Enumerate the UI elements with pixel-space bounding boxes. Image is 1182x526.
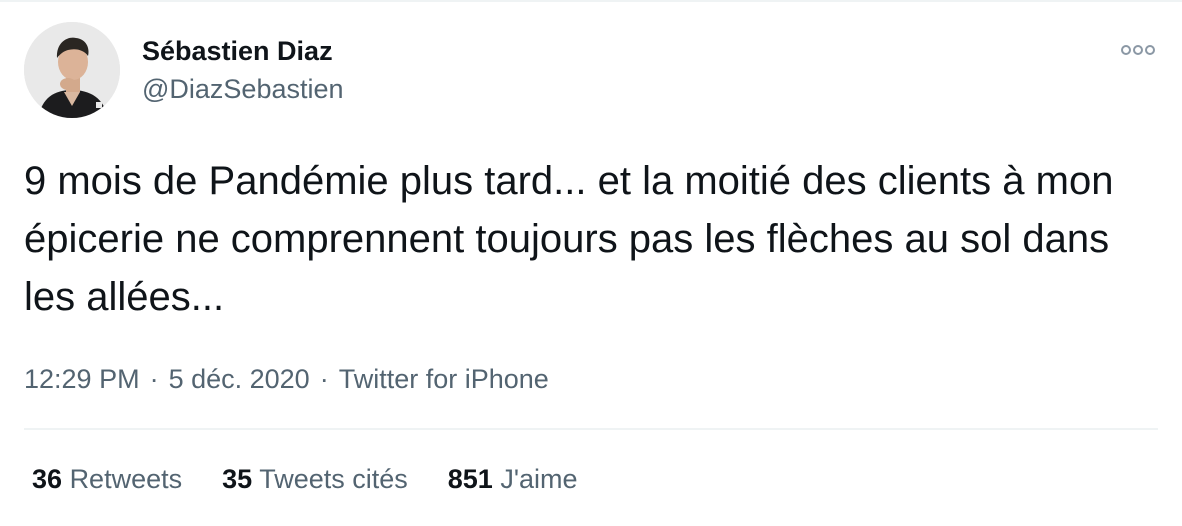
tweet-time-link[interactable]: 12:29 PM: [24, 364, 140, 394]
likes-count: 851: [447, 464, 493, 494]
retweets-label: Retweets: [69, 464, 183, 494]
more-options-icon: [1121, 45, 1155, 55]
tweet-source-link[interactable]: Twitter for iPhone: [339, 364, 549, 394]
meta-separator: ·: [149, 364, 159, 394]
avatar[interactable]: [24, 22, 120, 118]
quote-tweets-count: 35: [222, 464, 253, 494]
retweets-stat[interactable]: 36 Retweets: [32, 462, 182, 496]
tweet-stats: 36 Retweets 35 Tweets cités 851 J'aime: [32, 462, 618, 496]
retweets-count: 36: [32, 464, 63, 494]
tweet-text: 9 mois de Pandémie plus tard... et la mo…: [24, 159, 1114, 319]
tweet-card: Sébastien Diaz @DiazSebastien 9 mois de …: [0, 0, 1182, 526]
stats-divider: [24, 428, 1158, 430]
more-options-button[interactable]: [1116, 36, 1160, 64]
likes-stat[interactable]: 851 J'aime: [448, 462, 578, 496]
meta-separator: ·: [319, 364, 329, 394]
tweet-date-link[interactable]: 5 déc. 2020: [169, 364, 310, 394]
quote-tweets-stat[interactable]: 35 Tweets cités: [222, 462, 408, 496]
author-handle[interactable]: @DiazSebastien: [142, 72, 344, 106]
tweet-meta: 12:29 PM · 5 déc. 2020 · Twitter for iPhone: [24, 362, 549, 396]
quote-tweets-label: Tweets cités: [259, 464, 408, 494]
author-display-name[interactable]: Sébastien Diaz: [142, 34, 333, 68]
likes-label: J'aime: [500, 464, 578, 494]
avatar-photo: [24, 22, 120, 118]
